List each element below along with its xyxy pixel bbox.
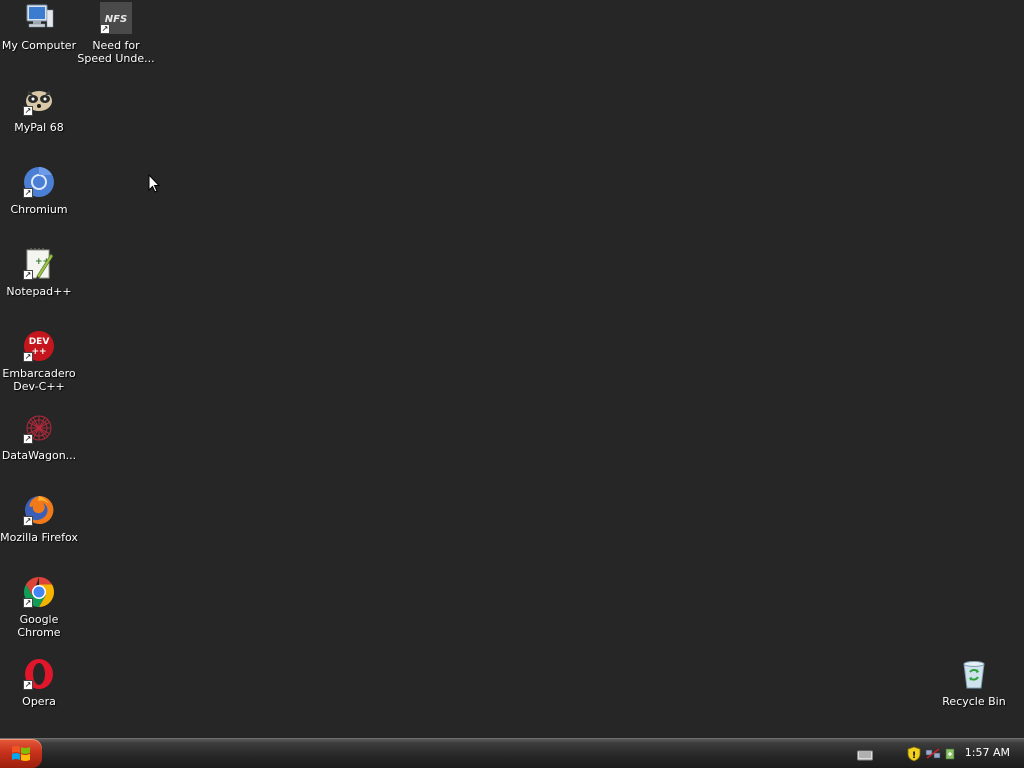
notepadpp-icon: ++ ↗ xyxy=(23,248,55,280)
windows-logo-icon xyxy=(12,746,30,761)
desktop-icon-label: Google Chrome xyxy=(17,613,61,639)
taskbar-clock[interactable]: 1:57 AM xyxy=(965,746,1010,759)
my-computer-icon xyxy=(23,2,55,34)
opera-icon: ↗ xyxy=(23,658,55,690)
desktop-icon-label: Need for Speed Unde... xyxy=(77,39,155,65)
desktop-icon-mypal[interactable]: ↗ MyPal 68 xyxy=(0,84,79,134)
desktop-icon-need-for-speed[interactable]: NFS ↗ Need for Speed Unde... xyxy=(76,2,156,65)
desktop-icon-label: DataWagon... xyxy=(1,449,77,462)
desktop[interactable]: My Computer NFS ↗ Need for Speed Unde... xyxy=(0,0,1024,738)
svg-text:!: ! xyxy=(912,751,916,761)
network-icon[interactable] xyxy=(925,746,941,765)
desktop-icon-label: Mozilla Firefox xyxy=(0,531,78,544)
shortcut-arrow-icon: ↗ xyxy=(23,188,33,198)
datawagon-icon: ↗ xyxy=(23,412,55,444)
mouse-cursor-icon xyxy=(148,174,160,193)
chrome-icon: ↗ xyxy=(23,576,55,608)
desktop-icon-label: Opera xyxy=(22,695,56,708)
desktop-icon-label: MyPal 68 xyxy=(14,121,64,134)
recycle-bin-icon xyxy=(958,658,990,690)
desktop-icon-opera[interactable]: ↗ Opera xyxy=(0,658,79,708)
svg-text:++: ++ xyxy=(31,347,46,357)
shortcut-arrow-icon: ↗ xyxy=(23,516,33,526)
need-for-speed-icon: NFS ↗ xyxy=(100,2,132,34)
desktop-icon-label: Recycle Bin xyxy=(942,695,1006,708)
chromium-icon: ↗ xyxy=(23,166,55,198)
shortcut-arrow-icon: ↗ xyxy=(23,598,33,608)
shortcut-arrow-icon: ↗ xyxy=(23,434,33,444)
devcpp-icon: DEV ++ ↗ xyxy=(23,330,55,362)
desktop-icon-label: Embarcadero Dev-C++ xyxy=(2,367,76,393)
desktop-icon-recycle-bin[interactable]: Recycle Bin xyxy=(934,658,1014,708)
desktop-icon-firefox[interactable]: ↗ Mozilla Firefox xyxy=(0,494,79,544)
svg-text:DEV: DEV xyxy=(29,337,50,347)
taskbar: ! 1:57 AM xyxy=(0,738,1024,768)
firefox-icon: ↗ xyxy=(23,494,55,526)
desktop-icon-my-computer[interactable]: My Computer xyxy=(0,2,79,52)
desktop-icon-label: Notepad++ xyxy=(6,285,72,298)
security-shield-icon[interactable]: ! xyxy=(907,746,921,766)
shortcut-arrow-icon: ↗ xyxy=(23,352,33,362)
desktop-icon-chrome[interactable]: ↗ Google Chrome xyxy=(0,576,79,639)
desktop-icon-label: Chromium xyxy=(10,203,68,216)
desktop-icon-devcpp[interactable]: DEV ++ ↗ Embarcadero Dev-C++ xyxy=(0,330,79,393)
safely-remove-icon[interactable] xyxy=(943,746,957,765)
shortcut-arrow-icon: ↗ xyxy=(23,270,33,280)
mypal-icon: ↗ xyxy=(23,84,55,116)
desktop-icon-label: My Computer xyxy=(1,39,77,52)
shortcut-arrow-icon: ↗ xyxy=(23,680,33,690)
system-tray: ! 1:57 AM xyxy=(850,739,1024,768)
start-button[interactable] xyxy=(0,739,42,768)
shortcut-arrow-icon: ↗ xyxy=(100,24,110,34)
keyboard-icon[interactable] xyxy=(857,746,873,765)
desktop-icon-notepadpp[interactable]: ++ ↗ Notepad++ xyxy=(0,248,79,298)
desktop-icon-datawagon[interactable]: ↗ DataWagon... xyxy=(0,412,79,462)
desktop-icon-chromium[interactable]: ↗ Chromium xyxy=(0,166,79,216)
shortcut-arrow-icon: ↗ xyxy=(23,106,33,116)
